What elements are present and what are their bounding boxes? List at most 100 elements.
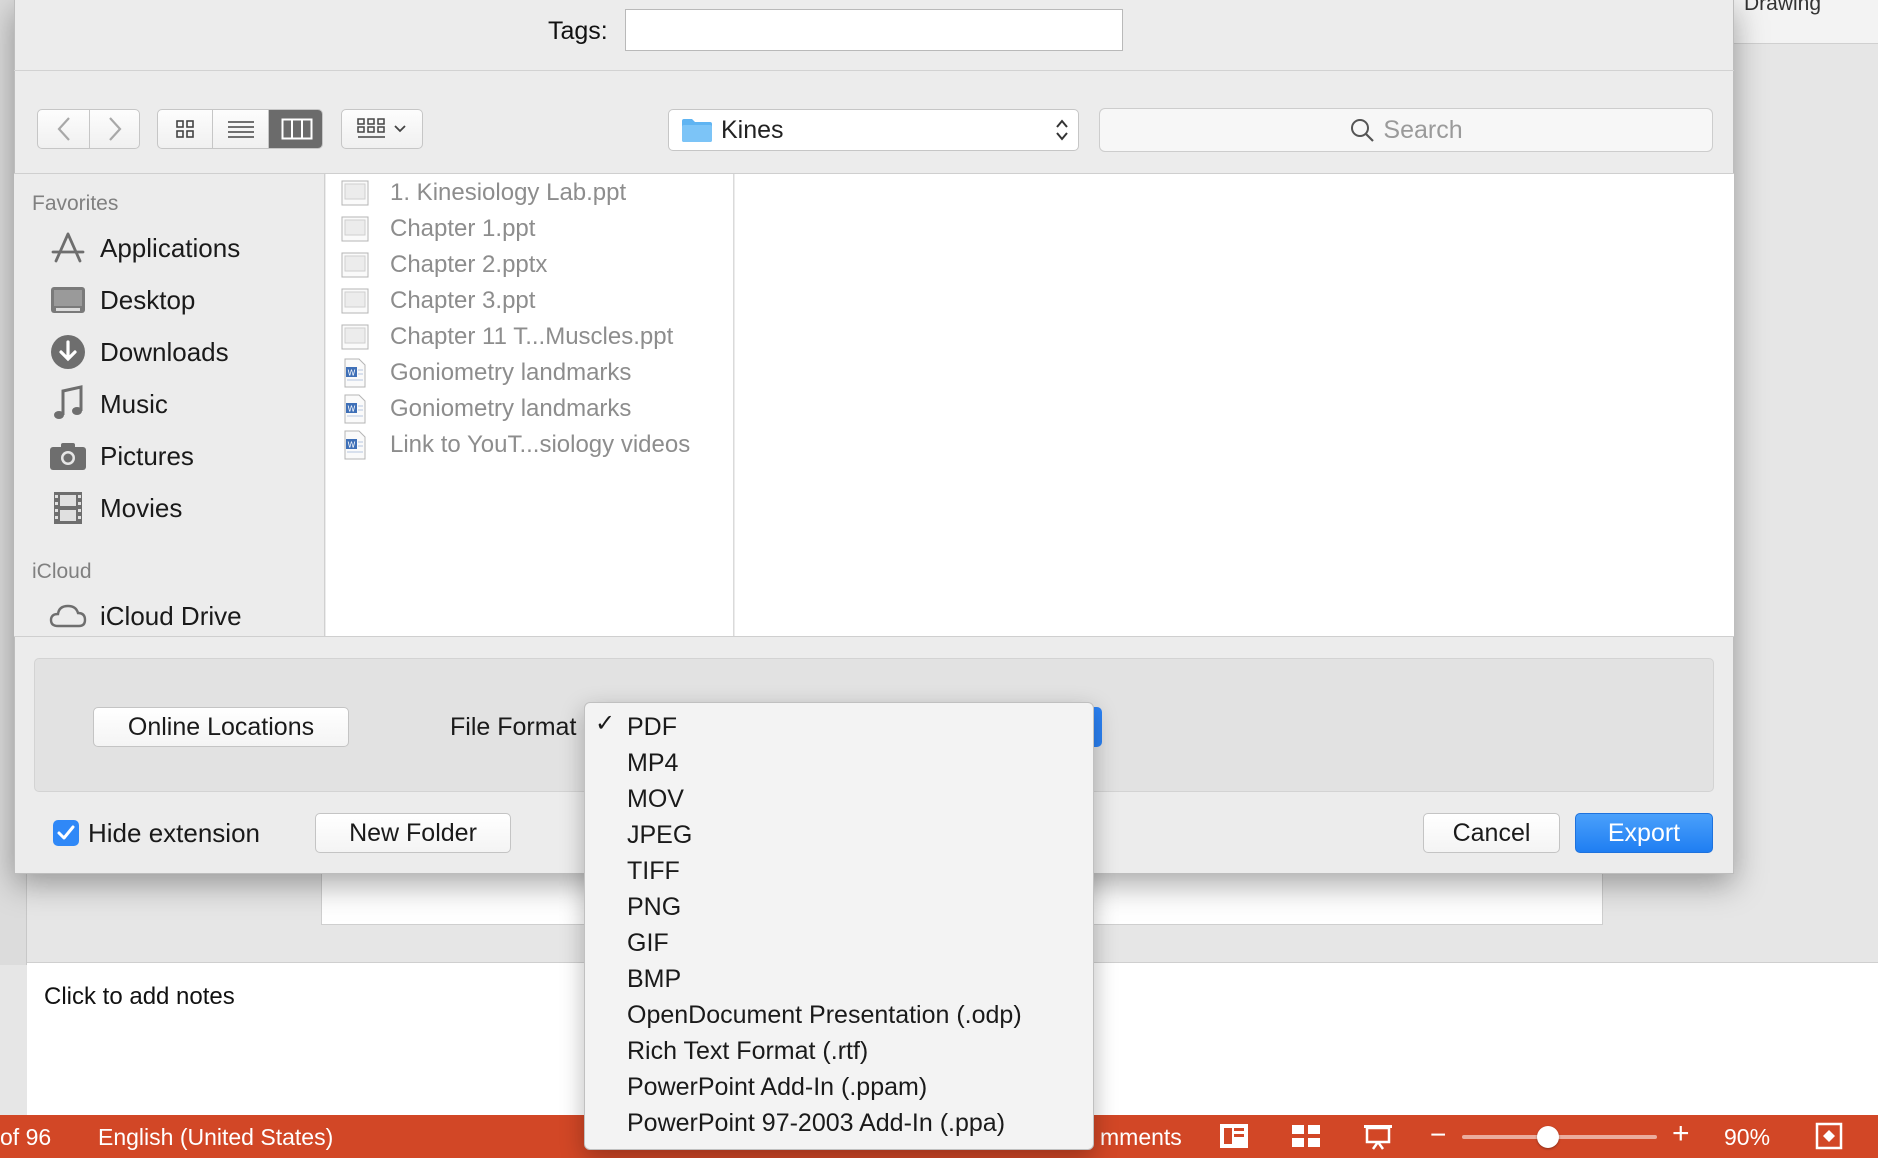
svg-text:W: W	[348, 405, 356, 414]
grid-icon	[176, 120, 194, 138]
word-file-icon: W	[340, 430, 370, 460]
new-folder-button[interactable]: New Folder	[315, 813, 511, 853]
tags-input[interactable]	[625, 9, 1123, 51]
sidebar-heading-favorites: Favorites	[32, 192, 119, 215]
preview-column	[735, 174, 1734, 636]
sidebar-item-pictures[interactable]: Pictures	[14, 434, 324, 478]
menu-item-gif[interactable]: GIF	[585, 925, 1093, 961]
pictures-icon	[48, 438, 88, 474]
zoom-in-icon[interactable]: +	[1672, 1117, 1690, 1151]
cancel-button[interactable]: Cancel	[1423, 813, 1560, 853]
zoom-slider-handle[interactable]	[1537, 1126, 1559, 1148]
forward-button[interactable]	[89, 110, 140, 148]
export-button[interactable]: Export	[1575, 813, 1713, 853]
sidebar-item-desktop[interactable]: Desktop	[14, 278, 324, 322]
downloads-icon	[48, 334, 88, 370]
online-locations-button[interactable]: Online Locations	[93, 707, 349, 747]
menu-item-png[interactable]: PNG	[585, 889, 1093, 925]
sidebar-item-icloud-drive[interactable]: iCloud Drive	[14, 594, 324, 638]
file-item[interactable]: Chapter 2.pptx	[326, 247, 734, 283]
sidebar-item-label: Desktop	[100, 284, 196, 315]
sidebar-item-movies[interactable]: Movies	[14, 486, 324, 530]
menu-item-label: GIF	[627, 928, 669, 957]
normal-view-icon[interactable]	[1218, 1122, 1250, 1156]
list-view-button[interactable]	[212, 110, 268, 148]
list-icon	[227, 121, 254, 138]
ppt-file-icon	[340, 214, 370, 244]
sidebar-item-label: Music	[100, 388, 168, 419]
file-item[interactable]: Chapter 11 T...Muscles.ppt	[326, 319, 734, 355]
menu-item-jpeg[interactable]: JPEG	[585, 817, 1093, 853]
file-item[interactable]: Chapter 1.ppt	[326, 211, 734, 247]
group-by-button[interactable]	[341, 109, 423, 149]
slide-sorter-icon[interactable]	[1290, 1122, 1322, 1156]
updown-chevron-icon	[1056, 119, 1068, 141]
notes-placeholder[interactable]: Click to add notes	[44, 983, 235, 1011]
language-indicator[interactable]: English (United States)	[98, 1124, 333, 1151]
menu-item-bmp[interactable]: BMP	[585, 961, 1093, 997]
ppt-file-icon	[340, 178, 370, 208]
divider	[14, 636, 1734, 637]
comments-button[interactable]: mments	[1100, 1124, 1182, 1151]
menu-item-tiff[interactable]: TIFF	[585, 853, 1093, 889]
search-placeholder: Search	[1383, 115, 1463, 144]
hide-extension-checkbox[interactable]	[53, 820, 79, 846]
menu-item-label: PNG	[627, 892, 682, 921]
menu-item-mov[interactable]: MOV	[585, 781, 1093, 817]
divider	[14, 70, 1734, 71]
sidebar-item-downloads[interactable]: Downloads	[14, 330, 324, 374]
menu-item-label: PDF	[627, 712, 677, 741]
file-item[interactable]: W Link to YouT...siology videos	[326, 427, 734, 463]
file-column[interactable]: 1. Kinesiology Lab.ppt Chapter 1.ppt Cha…	[326, 174, 734, 636]
checkmark-icon: ✓	[595, 710, 616, 737]
menu-item-label: MOV	[627, 784, 684, 813]
file-format-label: File Format	[450, 713, 577, 741]
menu-item-rtf[interactable]: Rich Text Format (.rtf)	[585, 1033, 1093, 1069]
menu-item-pdf[interactable]: ✓ PDF	[585, 709, 1093, 745]
file-name: Chapter 1.ppt	[390, 215, 536, 242]
sidebar-item-label: iCloud Drive	[100, 600, 242, 631]
file-item[interactable]: W Goniometry landmarks	[326, 391, 734, 427]
menu-item-ppam[interactable]: PowerPoint Add-In (.ppam)	[585, 1069, 1093, 1105]
menu-item-odp[interactable]: OpenDocument Presentation (.odp)	[585, 997, 1093, 1033]
icon-view-button[interactable]	[158, 110, 212, 148]
file-item[interactable]: Chapter 3.ppt	[326, 283, 734, 319]
back-forward-control	[37, 109, 140, 149]
file-name: Goniometry landmarks	[390, 395, 632, 422]
slideshow-icon[interactable]	[1362, 1122, 1394, 1156]
menu-item-label: Rich Text Format (.rtf)	[627, 1036, 869, 1065]
menu-item-mp4[interactable]: MP4	[585, 745, 1093, 781]
menu-item-label: BMP	[627, 964, 682, 993]
sidebar-item-label: Pictures	[100, 440, 194, 471]
music-icon	[48, 385, 88, 422]
file-name: 1. Kinesiology Lab.ppt	[390, 179, 627, 206]
sidebar-item-music[interactable]: Music	[14, 382, 324, 426]
current-folder-name: Kines	[721, 115, 784, 144]
fit-to-window-icon[interactable]	[1814, 1121, 1844, 1157]
folder-path-popup[interactable]: Kines	[668, 109, 1079, 151]
column-view-button[interactable]	[268, 110, 322, 148]
file-item[interactable]: W Goniometry landmarks	[326, 355, 734, 391]
file-item[interactable]: 1. Kinesiology Lab.ppt	[326, 175, 734, 211]
menu-item-ppa[interactable]: PowerPoint 97-2003 Add-In (.ppa)	[585, 1105, 1093, 1141]
zoom-out-icon[interactable]: −	[1430, 1119, 1446, 1151]
desktop-icon	[48, 282, 88, 318]
file-name: Link to YouT...siology videos	[390, 431, 691, 458]
applications-icon	[48, 230, 88, 266]
back-button[interactable]	[38, 110, 89, 148]
word-file-icon: W	[340, 358, 370, 388]
word-file-icon: W	[340, 394, 370, 424]
sidebar-item-applications[interactable]: Applications	[14, 226, 324, 270]
ribbon-tab-drawing[interactable]: Drawing	[1744, 0, 1821, 16]
hide-extension-label[interactable]: Hide extension	[88, 818, 260, 849]
menu-item-label: JPEG	[627, 820, 693, 849]
menu-item-label: MP4	[627, 748, 679, 777]
menu-item-label: PowerPoint Add-In (.ppam)	[627, 1072, 928, 1101]
file-name: Chapter 3.ppt	[390, 287, 536, 314]
menu-item-label: OpenDocument Presentation (.odp)	[627, 1000, 1022, 1029]
file-name: Chapter 11 T...Muscles.ppt	[390, 323, 674, 350]
zoom-slider[interactable]	[1462, 1135, 1657, 1139]
chevron-left-icon	[57, 117, 70, 141]
zoom-level[interactable]: 90%	[1724, 1124, 1770, 1151]
search-input[interactable]: Search	[1099, 108, 1713, 152]
